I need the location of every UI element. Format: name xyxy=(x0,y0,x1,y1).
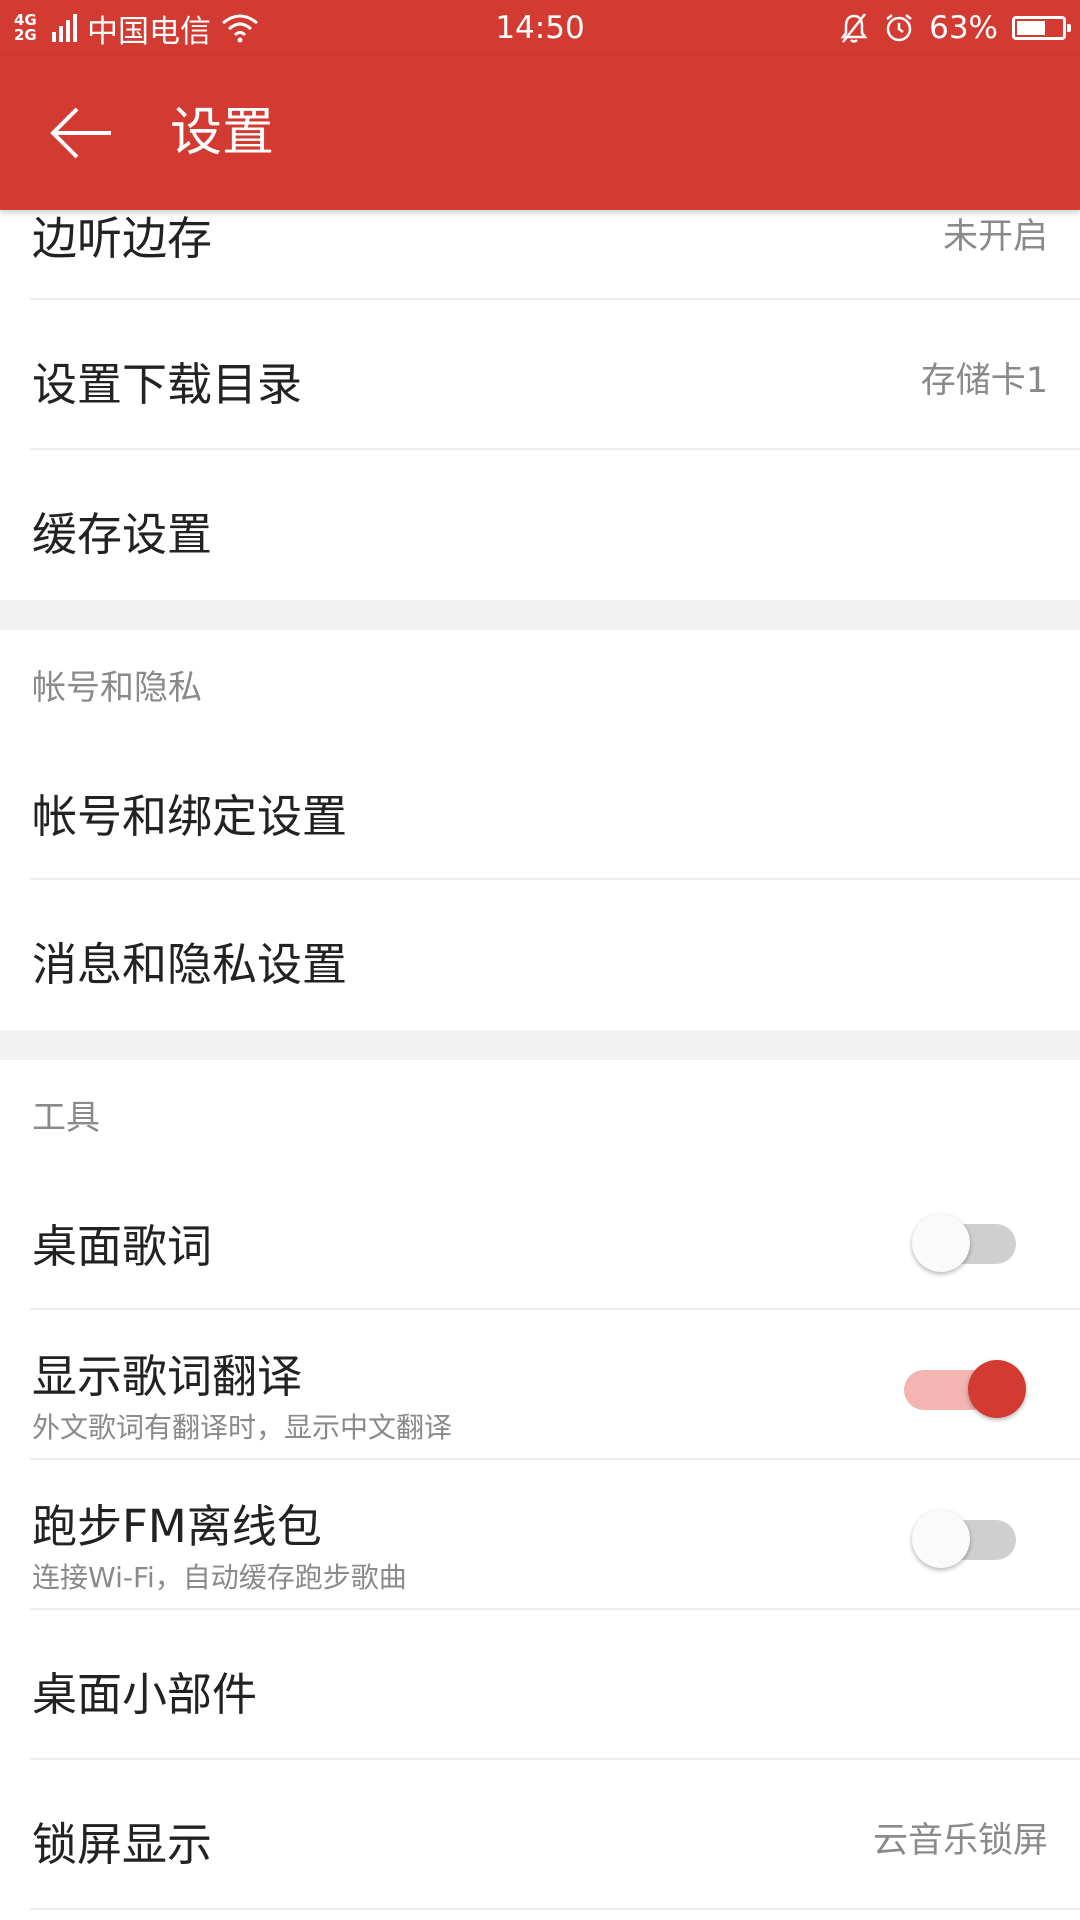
battery-level-fill xyxy=(1017,21,1045,35)
setting-row-download-dir[interactable]: 设置下载目录 存储卡1 xyxy=(0,300,1080,448)
arrow-left-icon xyxy=(50,107,111,159)
setting-label: 缓存设置 xyxy=(32,508,213,561)
lyrics-translation-toggle[interactable] xyxy=(904,1352,1026,1418)
setting-label: 设置下载目录 xyxy=(32,358,303,411)
settings-list[interactable]: 边听边存 未开启 设置下载目录 存储卡1 缓存设置 帐号和隐私 帐号和绑定设置 … xyxy=(0,0,1080,1920)
desktop-lyrics-toggle[interactable] xyxy=(912,1206,1016,1272)
setting-value: 云音乐锁屏 xyxy=(872,1821,1048,1861)
section-header: 工具 xyxy=(32,1098,100,1138)
toggle-knob xyxy=(912,1510,970,1568)
setting-row-message-privacy[interactable]: 消息和隐私设置 xyxy=(0,880,1080,1030)
section-gap xyxy=(0,600,1080,630)
battery-percent: 63% xyxy=(929,10,998,46)
setting-row-account-binding[interactable]: 帐号和绑定设置 xyxy=(0,740,1080,878)
battery-icon xyxy=(1012,16,1071,40)
divider xyxy=(30,1908,1080,1910)
alarm-icon xyxy=(886,14,912,42)
running-fm-toggle[interactable] xyxy=(912,1502,1016,1568)
setting-label: 边听边存 xyxy=(32,212,213,265)
setting-row-cache[interactable]: 缓存设置 xyxy=(0,450,1080,600)
section-tools: 工具 xyxy=(0,1060,1080,1170)
setting-row-lock-screen[interactable]: 锁屏显示 云音乐锁屏 xyxy=(0,1760,1080,1908)
toggle-knob xyxy=(968,1360,1026,1418)
setting-row-desktop-lyrics[interactable]: 桌面歌词 xyxy=(0,1170,1080,1308)
setting-row-lyrics-translation[interactable]: 显示歌词翻译 外文歌词有翻译时，显示中文翻译 xyxy=(0,1310,1080,1458)
toggle-knob xyxy=(912,1214,970,1272)
app-bar: 设置 xyxy=(0,56,1080,210)
status-right: 63% xyxy=(839,8,1071,48)
setting-row-running-fm[interactable]: 跑步FM离线包 连接Wi-Fi，自动缓存跑步歌曲 xyxy=(0,1460,1080,1608)
setting-value: 未开启 xyxy=(942,217,1048,257)
setting-label: 桌面歌词 xyxy=(32,1220,213,1273)
section-header: 帐号和隐私 xyxy=(32,668,202,708)
setting-subtitle: 连接Wi-Fi，自动缓存跑步歌曲 xyxy=(32,1561,407,1594)
setting-value: 存储卡1 xyxy=(920,361,1048,401)
setting-label: 消息和隐私设置 xyxy=(32,938,348,991)
section-account: 帐号和隐私 xyxy=(0,630,1080,740)
setting-label: 显示歌词翻译 xyxy=(32,1350,303,1403)
setting-row-widget[interactable]: 桌面小部件 xyxy=(0,1610,1080,1758)
status-bar: 4G 2G 中国电信 14:50 63% xyxy=(0,0,1080,56)
back-button[interactable] xyxy=(40,94,122,172)
section-gap xyxy=(0,1030,1080,1060)
mute-bell-icon xyxy=(840,13,868,43)
setting-label: 跑步FM离线包 xyxy=(32,1500,322,1553)
page-title: 设置 xyxy=(170,103,275,163)
setting-subtitle: 外文歌词有翻译时，显示中文翻译 xyxy=(32,1411,453,1444)
setting-label: 桌面小部件 xyxy=(32,1668,258,1721)
setting-label: 帐号和绑定设置 xyxy=(32,790,348,843)
setting-label: 锁屏显示 xyxy=(32,1818,213,1871)
